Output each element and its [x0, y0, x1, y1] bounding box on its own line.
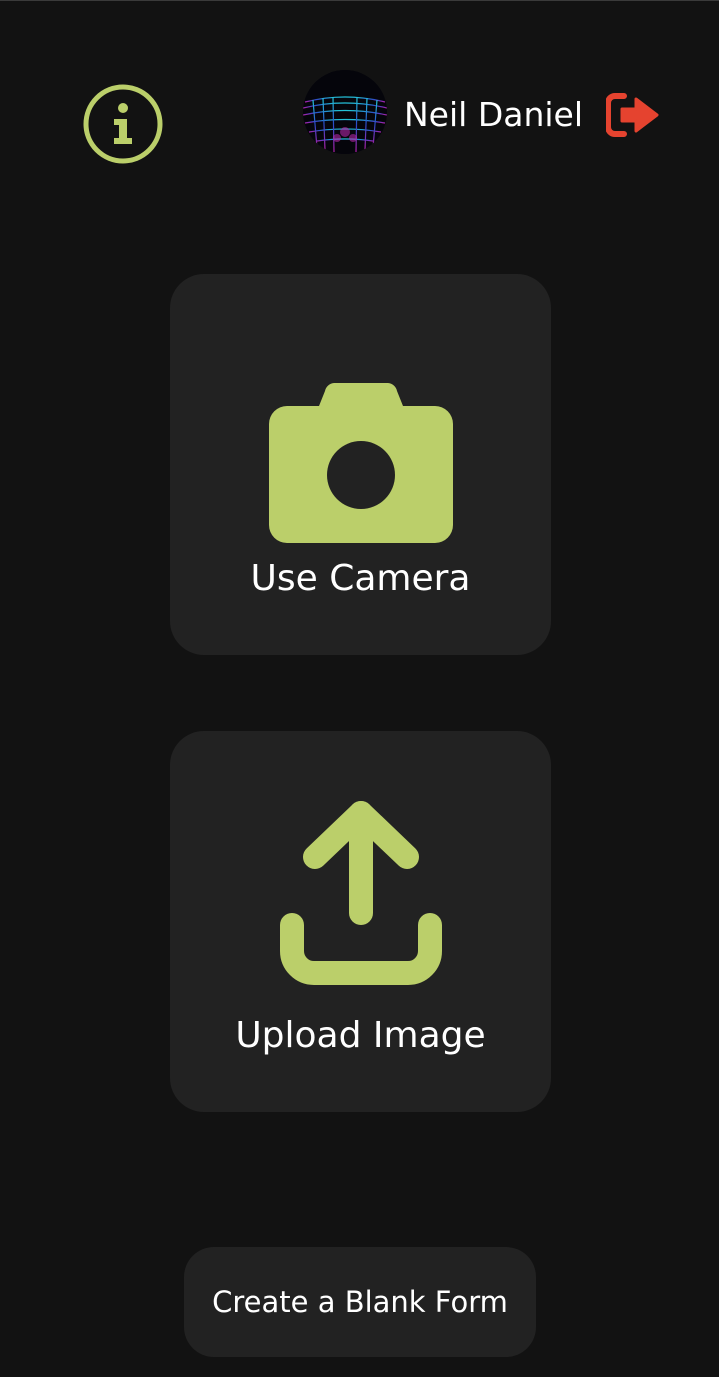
use-camera-button[interactable]: Use Camera	[170, 274, 551, 655]
logout-button[interactable]	[606, 93, 660, 137]
camera-icon	[268, 383, 453, 545]
sign-out-icon	[606, 93, 659, 137]
user-name: Neil Daniel	[404, 95, 584, 134]
info-icon	[83, 84, 163, 164]
top-border	[0, 0, 719, 1]
upload-image-label: Upload Image	[235, 1015, 486, 1056]
upload-image-button[interactable]: Upload Image	[170, 731, 551, 1112]
hexagon-grid-avatar-icon	[303, 70, 387, 154]
info-button[interactable]	[83, 84, 163, 164]
use-camera-label: Use Camera	[250, 558, 471, 599]
avatar[interactable]	[303, 70, 387, 154]
upload-icon	[279, 801, 442, 985]
create-blank-form-button[interactable]: Create a Blank Form	[184, 1247, 536, 1357]
